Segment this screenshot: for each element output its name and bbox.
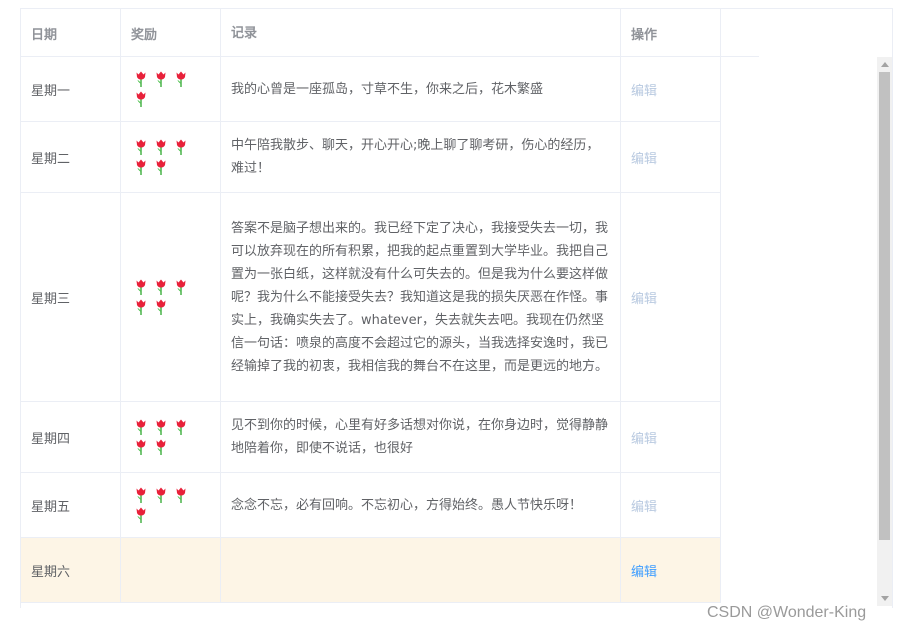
table-row: 星期四 见不到你的时候，心里有好多话想对你说，在你身边时，觉得静静地陪着你，即使… [21,402,721,473]
row-record: 念念不忘，必有回响。不忘初心，方得始终。愚人节快乐呀！ [221,473,621,537]
table-row: 星期一 我的心曾是一座孤岛，寸草不生，你来之后，花木繁盛 编辑 [21,57,721,122]
tulip-icon [131,417,151,437]
tulip-icon [131,297,151,317]
tulip-icon [131,277,151,297]
row-date: 星期四 [21,402,121,472]
tulip-icon [151,417,171,437]
row-record: 我的心曾是一座孤岛，寸草不生，你来之后，花木繁盛 [221,57,621,121]
tulip-icon [151,157,171,177]
edit-link[interactable]: 编辑 [631,561,657,580]
vertical-scrollbar[interactable] [877,57,892,606]
table-row-hovered: 星期六 编辑 [21,538,721,603]
edit-link[interactable]: 编辑 [631,496,657,515]
tulip-icon [131,485,151,505]
row-date: 星期一 [21,57,121,121]
tulip-icon [171,137,191,157]
watermark: CSDN @Wonder-King [707,604,867,621]
row-reward [121,402,221,472]
row-reward [121,538,221,602]
tulip-icon [131,137,151,157]
row-reward [121,193,221,401]
row-record: 答案不是脑子想出来的。我已经下定了决心，我接受失去一切，我可以放弃现在的所有积累… [221,193,621,401]
table-row: 星期三 答案不是脑子想出来的。我已经下定了决心，我接受失去一切，我可以放弃现在的… [21,193,721,402]
tulip-icon [131,505,151,525]
row-operation: 编辑 [621,57,721,121]
row-operation: 编辑 [621,473,721,537]
header-operation: 操作 [621,9,721,57]
row-reward [121,57,221,121]
edit-link[interactable]: 编辑 [631,148,657,167]
reward-flowers [131,277,210,317]
header-reward: 奖励 [121,9,221,57]
header-record: 记录 [221,9,621,57]
tulip-icon [151,485,171,505]
tulip-icon [131,89,151,109]
header-gutter [739,9,759,57]
tulip-icon [131,157,151,177]
row-date: 星期六 [21,538,121,602]
row-date: 星期五 [21,473,121,537]
row-reward [121,122,221,192]
reward-flowers [131,485,210,525]
row-date: 星期三 [21,193,121,401]
tulip-icon [171,69,191,89]
row-date: 星期二 [21,122,121,192]
scroll-down-arrow-icon[interactable] [877,591,892,606]
edit-link[interactable]: 编辑 [631,428,657,447]
row-record: 见不到你的时候，心里有好多话想对你说，在你身边时，觉得静静地陪着你，即使不说话，… [221,402,621,472]
row-operation: 编辑 [621,538,721,602]
tulip-icon [131,437,151,457]
header-date: 日期 [21,9,121,57]
tulip-icon [171,417,191,437]
row-reward [121,473,221,537]
row-record: 中午陪我散步、聊天，开心开心;晚上聊了聊考研，伤心的经历，难过！ [221,122,621,192]
table-row: 星期二 中午陪我散步、聊天，开心开心;晚上聊了聊考研，伤心的经历，难过！ 编辑 [21,122,721,193]
reward-flowers [131,417,210,457]
tulip-icon [151,137,171,157]
reward-flowers [131,137,210,177]
row-operation: 编辑 [621,193,721,401]
edit-link[interactable]: 编辑 [631,288,657,307]
tulip-icon [171,485,191,505]
tulip-icon [171,277,191,297]
tulip-icon [131,69,151,89]
table-row: 星期五 念念不忘，必有回响。不忘初心，方得始终。愚人节快乐呀！ 编辑 [21,473,721,538]
scroll-up-arrow-icon[interactable] [877,57,892,72]
row-operation: 编辑 [621,402,721,472]
edit-link[interactable]: 编辑 [631,80,657,99]
table-header: 日期 奖励 记录 操作 [21,9,739,57]
reward-flowers [131,69,210,109]
tulip-icon [151,297,171,317]
row-operation: 编辑 [621,122,721,192]
tulip-icon [151,437,171,457]
diary-table: 日期 奖励 记录 操作 星期一 我的心曾是一座孤岛，寸草不生，你来之后，花木繁盛… [20,8,893,608]
row-record [221,538,621,602]
tulip-icon [151,277,171,297]
tulip-icon [151,69,171,89]
scrollbar-thumb[interactable] [879,72,890,540]
